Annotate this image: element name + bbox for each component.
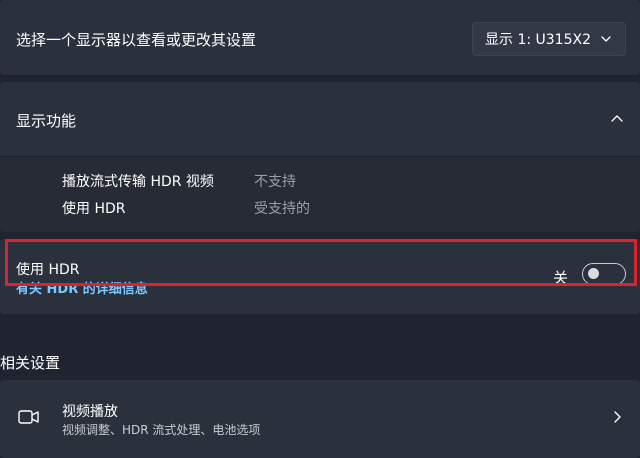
display-capabilities-header[interactable]: 显示功能 — [0, 82, 640, 156]
hdr-toggle-switch[interactable] — [582, 263, 626, 285]
capability-value-streaming-hdr: 不支持 — [254, 174, 296, 190]
use-hdr-title: 使用 HDR — [16, 262, 80, 278]
monitor-dropdown[interactable]: 显示 1: U315X2 — [472, 22, 626, 56]
display-capabilities-body: 播放流式传输 HDR 视频 不支持 使用 HDR 受支持的 — [0, 157, 640, 232]
capability-label-use-hdr: 使用 HDR — [62, 201, 126, 217]
video-playback-card[interactable]: 视频播放 视频调整、HDR 流式处理、电池选项 — [0, 380, 640, 458]
video-camera-icon — [18, 410, 39, 424]
chevron-down-icon — [601, 36, 611, 42]
use-hdr-card: 使用 HDR 有关 HDR 的详细信息 关 — [0, 239, 640, 314]
video-playback-title: 视频播放 — [62, 404, 118, 420]
monitor-select-card: 选择一个显示器以查看或更改其设置 显示 1: U315X2 — [0, 0, 640, 75]
capability-value-use-hdr: 受支持的 — [254, 201, 310, 217]
toggle-knob — [588, 268, 599, 279]
monitor-dropdown-value: 显示 1: U315X2 — [485, 32, 591, 48]
video-playback-subtitle: 视频调整、HDR 流式处理、电池选项 — [62, 423, 261, 437]
hdr-toggle-state-label: 关 — [553, 269, 569, 287]
hdr-info-link[interactable]: 有关 HDR 的详细信息 — [16, 278, 148, 297]
chevron-right-icon — [614, 411, 621, 423]
display-capabilities-title: 显示功能 — [16, 112, 77, 130]
display-settings-page: 选择一个显示器以查看或更改其设置 显示 1: U315X2 显示功能 播放流式传… — [0, 0, 640, 458]
capability-label-streaming-hdr: 播放流式传输 HDR 视频 — [62, 174, 214, 190]
related-settings-heading: 相关设置 — [0, 354, 61, 372]
monitor-select-label: 选择一个显示器以查看或更改其设置 — [16, 31, 257, 49]
chevron-up-icon[interactable] — [609, 111, 625, 127]
